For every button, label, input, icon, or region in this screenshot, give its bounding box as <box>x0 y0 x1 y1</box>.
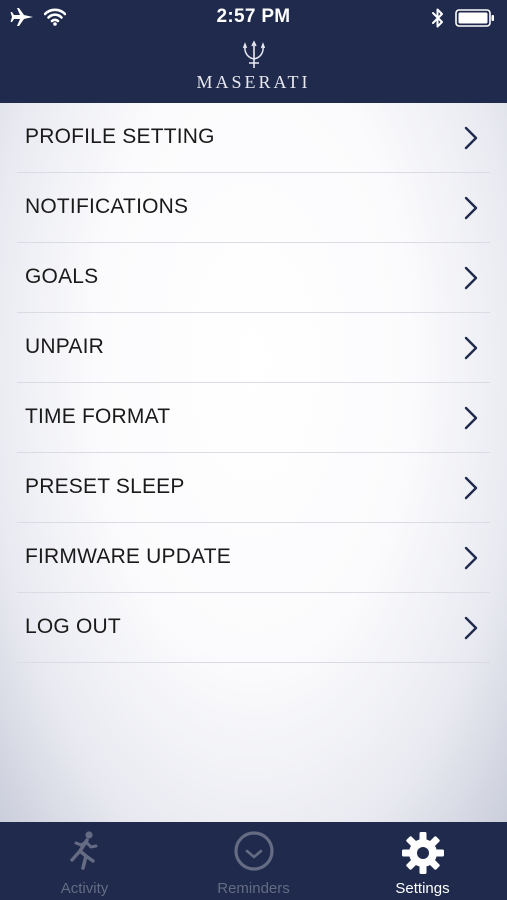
chevron-right-icon <box>464 196 478 225</box>
menu-item-log-out[interactable]: LOG OUT <box>17 593 490 663</box>
runner-icon <box>67 830 103 877</box>
menu-item-label: PRESET SLEEP <box>25 475 185 498</box>
tab-bar: Activity Reminders Settings <box>0 822 507 900</box>
chevron-right-icon <box>464 126 478 155</box>
menu-item-profile-setting[interactable]: PROFILE SETTING <box>17 103 490 173</box>
settings-menu: PROFILE SETTING NOTIFICATIONS GOALS UNPA… <box>0 103 507 663</box>
menu-item-goals[interactable]: GOALS <box>17 243 490 313</box>
status-bar: 2:57 PM <box>0 0 507 34</box>
menu-item-label: TIME FORMAT <box>25 405 171 428</box>
tab-label: Reminders <box>217 880 290 897</box>
status-right <box>431 7 495 29</box>
menu-item-label: NOTIFICATIONS <box>25 195 189 218</box>
chevron-right-icon <box>464 616 478 645</box>
tab-label: Settings <box>395 880 450 897</box>
settings-screen: 2:57 PM MASERATI PROFILE SETTING NOTIFIC… <box>0 0 507 900</box>
gear-icon <box>400 830 446 881</box>
tab-activity[interactable]: Activity <box>0 822 169 900</box>
menu-item-unpair[interactable]: UNPAIR <box>17 313 490 383</box>
menu-item-label: PROFILE SETTING <box>25 125 215 148</box>
app-header: 2:57 PM MASERATI <box>0 0 507 103</box>
menu-item-label: UNPAIR <box>25 335 104 358</box>
menu-item-preset-sleep[interactable]: PRESET SLEEP <box>17 453 490 523</box>
menu-item-label: FIRMWARE UPDATE <box>25 545 231 568</box>
menu-item-notifications[interactable]: NOTIFICATIONS <box>17 173 490 243</box>
tab-reminders[interactable]: Reminders <box>169 822 338 900</box>
chevron-right-icon <box>464 546 478 575</box>
tab-label: Activity <box>60 880 109 897</box>
chevron-right-icon <box>464 266 478 295</box>
clock-icon <box>233 830 275 877</box>
menu-item-label: GOALS <box>25 265 99 288</box>
trident-icon <box>0 40 507 70</box>
menu-item-label: LOG OUT <box>25 615 121 638</box>
chevron-right-icon <box>464 406 478 435</box>
menu-item-firmware-update[interactable]: FIRMWARE UPDATE <box>17 523 490 593</box>
bluetooth-icon <box>431 7 445 29</box>
chevron-right-icon <box>464 476 478 505</box>
brand: MASERATI <box>0 40 507 93</box>
chevron-right-icon <box>464 336 478 365</box>
brand-name: MASERATI <box>196 72 311 92</box>
tab-settings[interactable]: Settings <box>338 822 507 900</box>
battery-icon <box>455 9 495 27</box>
menu-item-time-format[interactable]: TIME FORMAT <box>17 383 490 453</box>
